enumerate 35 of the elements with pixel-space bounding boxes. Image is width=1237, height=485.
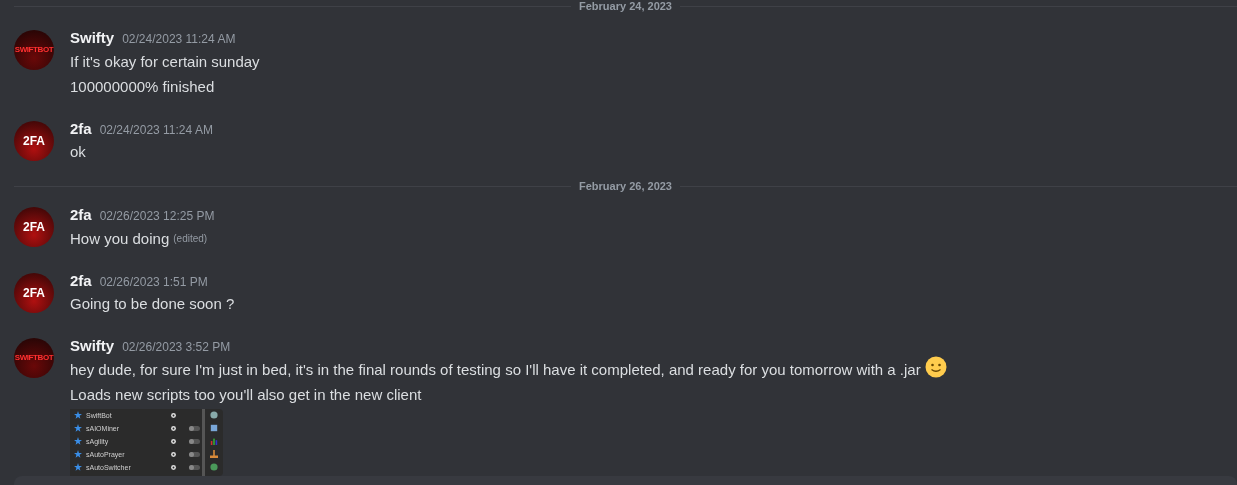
avatar[interactable]: 2FA	[14, 272, 54, 313]
avatar[interactable]: SWIFTBOT	[14, 338, 54, 378]
message-text: Going to be done soon ?	[70, 294, 235, 314]
star-icon	[74, 437, 82, 445]
message-timestamp: 02/24/2023 11:24 AM	[122, 31, 236, 48]
author-name[interactable]: Swifty	[70, 335, 115, 358]
message-timestamp: 02/26/2023 12:25 PM	[99, 208, 215, 225]
message-text: hey dude, for sure I'm just in bed, it's in the final rounds of testing so I'll have it completed, and ready for you tomorrow with a .jar	[70, 359, 921, 380]
bar-chart-icon	[210, 436, 218, 445]
message-timestamp: 02/26/2023 1:51 PM	[99, 273, 208, 291]
avatar[interactable]: SWIFTBOT	[14, 30, 54, 70]
message-timestamp: 02/26/2023 3:52 PM	[122, 339, 231, 356]
author-name[interactable]: 2fa	[70, 117, 92, 140]
toggle-switch[interactable]	[189, 451, 200, 457]
date-divider: February 24, 2023	[578, 0, 673, 12]
author-name[interactable]: 2fa	[70, 269, 92, 292]
message-timestamp: 02/24/2023 11:24 AM	[99, 121, 213, 139]
message-text: ok	[70, 142, 86, 162]
message-text: Loads new scripts too you'll also get in the new client	[70, 384, 422, 405]
toggle-switch[interactable]	[189, 425, 200, 431]
message-text: How you doing	[70, 228, 170, 249]
star-icon	[74, 463, 82, 471]
edited-label: (edited)	[173, 231, 208, 246]
date-divider: February 26, 2023	[578, 180, 673, 192]
toggle-switch[interactable]	[189, 464, 200, 470]
star-icon	[74, 450, 82, 458]
avatar[interactable]: 2FA	[14, 120, 54, 161]
message-text: If it's okay for certain sunday	[70, 51, 260, 72]
author-name[interactable]: 2fa	[70, 204, 92, 227]
star-icon	[74, 411, 82, 419]
author-name[interactable]: Swifty	[70, 27, 115, 50]
avatar[interactable]: 2FA	[14, 207, 54, 247]
toggle-switch[interactable]	[189, 438, 200, 444]
message-text: 100000000% finished	[70, 76, 215, 97]
star-icon	[74, 424, 82, 432]
